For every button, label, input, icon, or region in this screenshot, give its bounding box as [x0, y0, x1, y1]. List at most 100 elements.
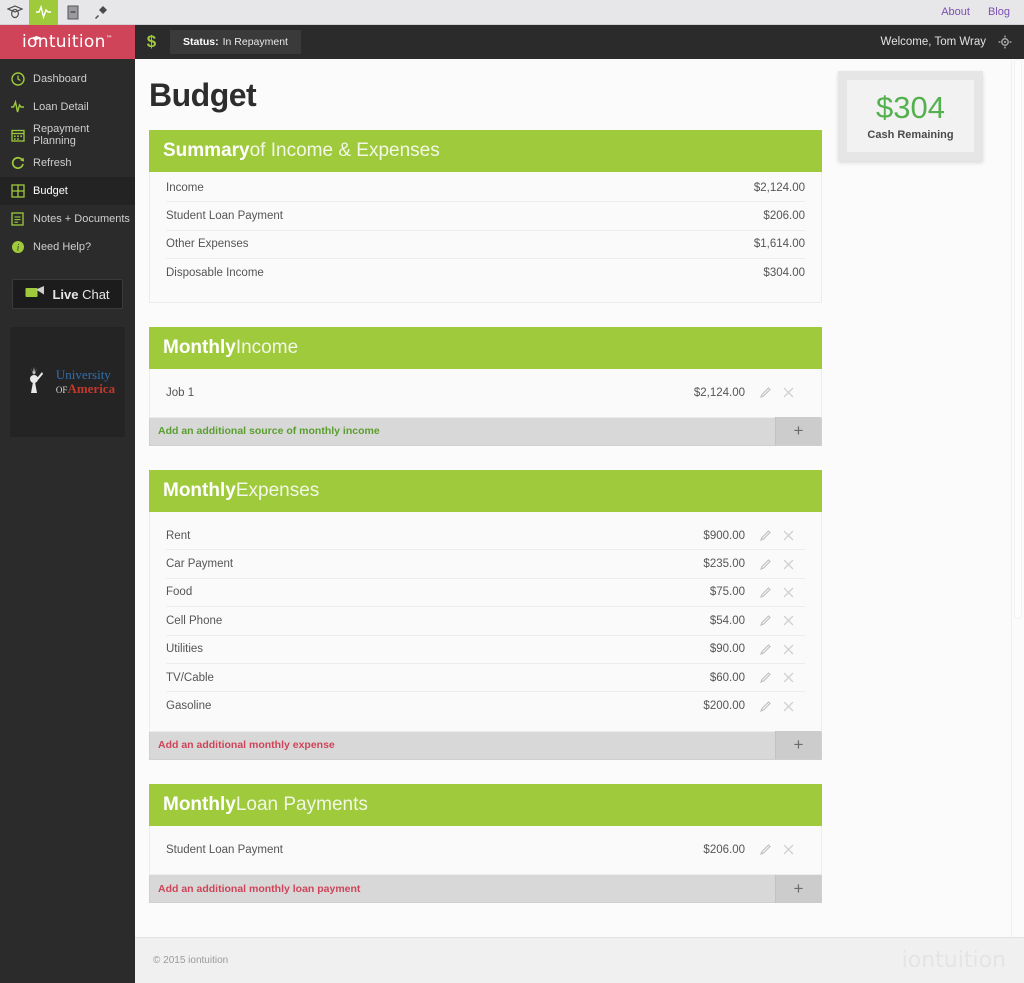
row-label: TV/Cable [166, 671, 214, 684]
footer-watermark: iontuition [901, 948, 1006, 973]
sidebar-item-notes-documents[interactable]: Notes + Documents [0, 205, 135, 233]
list-item: TV/Cable $60.00 [166, 664, 805, 693]
university-line-1: University [55, 367, 111, 383]
delete-close-icon[interactable] [782, 558, 795, 571]
university-america: America [67, 381, 116, 396]
row-amount: $200.00 [703, 700, 745, 713]
dashboard-clock-icon [10, 72, 25, 87]
table-row: Disposable Income $304.00 [166, 259, 805, 287]
add-income-row[interactable]: Add an additional source of monthly inco… [149, 417, 822, 446]
row-actions [759, 586, 805, 599]
brand-name: iontuition™ [22, 32, 113, 52]
row-amount: $90.00 [709, 643, 745, 656]
activity-pulse-icon[interactable] [29, 0, 58, 25]
add-income-plus-button[interactable]: + [775, 417, 821, 446]
university-name: University OFAmerica [56, 368, 115, 395]
summary-card: Summary of Income & Expenses Income $2,1… [149, 130, 822, 303]
income-card-header: Monthly Income [149, 326, 822, 369]
edit-pencil-icon[interactable] [759, 586, 772, 599]
list-item: Cell Phone $54.00 [166, 607, 805, 636]
graduation-cap-icon [30, 28, 43, 48]
delete-close-icon[interactable] [782, 843, 795, 856]
row-actions [759, 529, 805, 542]
delete-close-icon[interactable] [782, 386, 795, 399]
income-rows: Job 1 $2,124.00 [149, 368, 822, 418]
row-label: Student Loan Payment [166, 843, 283, 856]
scrollbar-track[interactable] [1011, 59, 1024, 983]
sidebar-item-loan-detail[interactable]: Loan Detail [0, 93, 135, 121]
row-amount: $900.00 [703, 529, 745, 542]
delete-close-icon[interactable] [782, 700, 795, 713]
row-actions [759, 614, 805, 627]
add-loan-label: Add an additional monthly loan payment [158, 882, 361, 895]
add-expense-plus-button[interactable]: + [775, 731, 821, 760]
loans-title-bold: Monthly [163, 793, 236, 815]
row-label: Job 1 [166, 386, 195, 399]
sidebar-item-budget[interactable]: Budget [0, 177, 146, 205]
brand-logo[interactable]: iontuition™ [0, 25, 135, 59]
edit-pencil-icon[interactable] [759, 558, 772, 571]
cash-remaining-widget: $304 Cash Remaining [838, 71, 983, 161]
sidebar-item-label: Dashboard [33, 73, 87, 85]
delete-close-icon[interactable] [782, 671, 795, 684]
grid-icon [10, 184, 25, 199]
row-actions [759, 843, 805, 856]
copyright-text: © 2015 iontuition [153, 955, 229, 966]
book-icon[interactable] [58, 0, 87, 25]
expenses-card-header: Monthly Expenses [149, 469, 822, 512]
graduation-cap-icon[interactable] [0, 0, 29, 25]
sidebar-item-label: Notes + Documents [33, 213, 130, 225]
blog-link[interactable]: Blog [988, 6, 1010, 18]
liberty-statue-icon [20, 365, 50, 400]
monthly-income-card: Monthly Income Job 1 $2,124.00 Add an ad… [149, 326, 822, 446]
add-expense-row[interactable]: Add an additional monthly expense + [149, 731, 822, 760]
sidebar-item-label: Loan Detail [33, 101, 89, 113]
sidebar-item-need-help[interactable]: i Need Help? [0, 233, 135, 261]
expenses-rows: Rent $900.00 Car Payment $235.00 Food $7… [149, 511, 822, 732]
sidebar-item-label: Repayment Planning [33, 123, 90, 147]
cash-remaining-inner: $304 Cash Remaining [847, 80, 974, 152]
gear-icon[interactable] [998, 35, 1012, 49]
edit-pencil-icon[interactable] [759, 643, 772, 656]
status-label: Status: [183, 36, 219, 48]
delete-close-icon[interactable] [782, 614, 795, 627]
add-expense-label: Add an additional monthly expense [158, 739, 335, 752]
loans-rows: Student Loan Payment $206.00 [149, 825, 822, 876]
live-chat-button[interactable]: Live Chat [12, 279, 123, 309]
edit-pencil-icon[interactable] [759, 386, 772, 399]
add-loan-plus-button[interactable]: + [775, 874, 821, 903]
sidebar-item-repayment-planning[interactable]: Repayment Planning [0, 121, 135, 149]
sidebar: Dashboard Loan Detail Repayment Planning… [0, 59, 146, 983]
row-label: Cell Phone [166, 614, 223, 627]
row-amount: $54.00 [709, 614, 745, 627]
list-item: Car Payment $235.00 [166, 550, 805, 579]
expenses-title-bold: Monthly [163, 479, 236, 501]
sidebar-item-label: Need Help? [33, 241, 92, 253]
edit-pencil-icon[interactable] [759, 614, 772, 627]
edit-pencil-icon[interactable] [759, 671, 772, 684]
about-link[interactable]: About [941, 6, 970, 18]
income-title-bold: Monthly [163, 336, 236, 358]
delete-close-icon[interactable] [782, 586, 795, 599]
delete-close-icon[interactable] [782, 529, 795, 542]
add-loan-payment-row[interactable]: Add an additional monthly loan payment + [149, 874, 822, 904]
row-label: Student Loan Payment [166, 210, 283, 223]
edit-pencil-icon[interactable] [759, 700, 772, 713]
university-of: OF [55, 385, 68, 395]
delete-close-icon[interactable] [782, 643, 795, 656]
refresh-icon [10, 156, 25, 171]
live-chat-label: Live Chat [52, 287, 109, 302]
live-chat-normal: Chat [78, 286, 110, 302]
scrollbar-thumb[interactable] [1014, 59, 1022, 619]
sidebar-item-dashboard[interactable]: Dashboard [0, 65, 135, 93]
sidebar-item-label: Refresh [33, 157, 72, 169]
monthly-loan-payments-card: Monthly Loan Payments Student Loan Payme… [149, 783, 822, 904]
row-label: Rent [166, 529, 191, 542]
sidebar-item-refresh[interactable]: Refresh [0, 149, 135, 177]
plug-icon[interactable] [87, 0, 116, 25]
footer: © 2015 iontuition iontuition [135, 937, 1024, 983]
edit-pencil-icon[interactable] [759, 529, 772, 542]
live-chat-bold: Live [52, 286, 79, 302]
edit-pencil-icon[interactable] [759, 843, 772, 856]
summary-title-bold: Summary [163, 140, 250, 161]
